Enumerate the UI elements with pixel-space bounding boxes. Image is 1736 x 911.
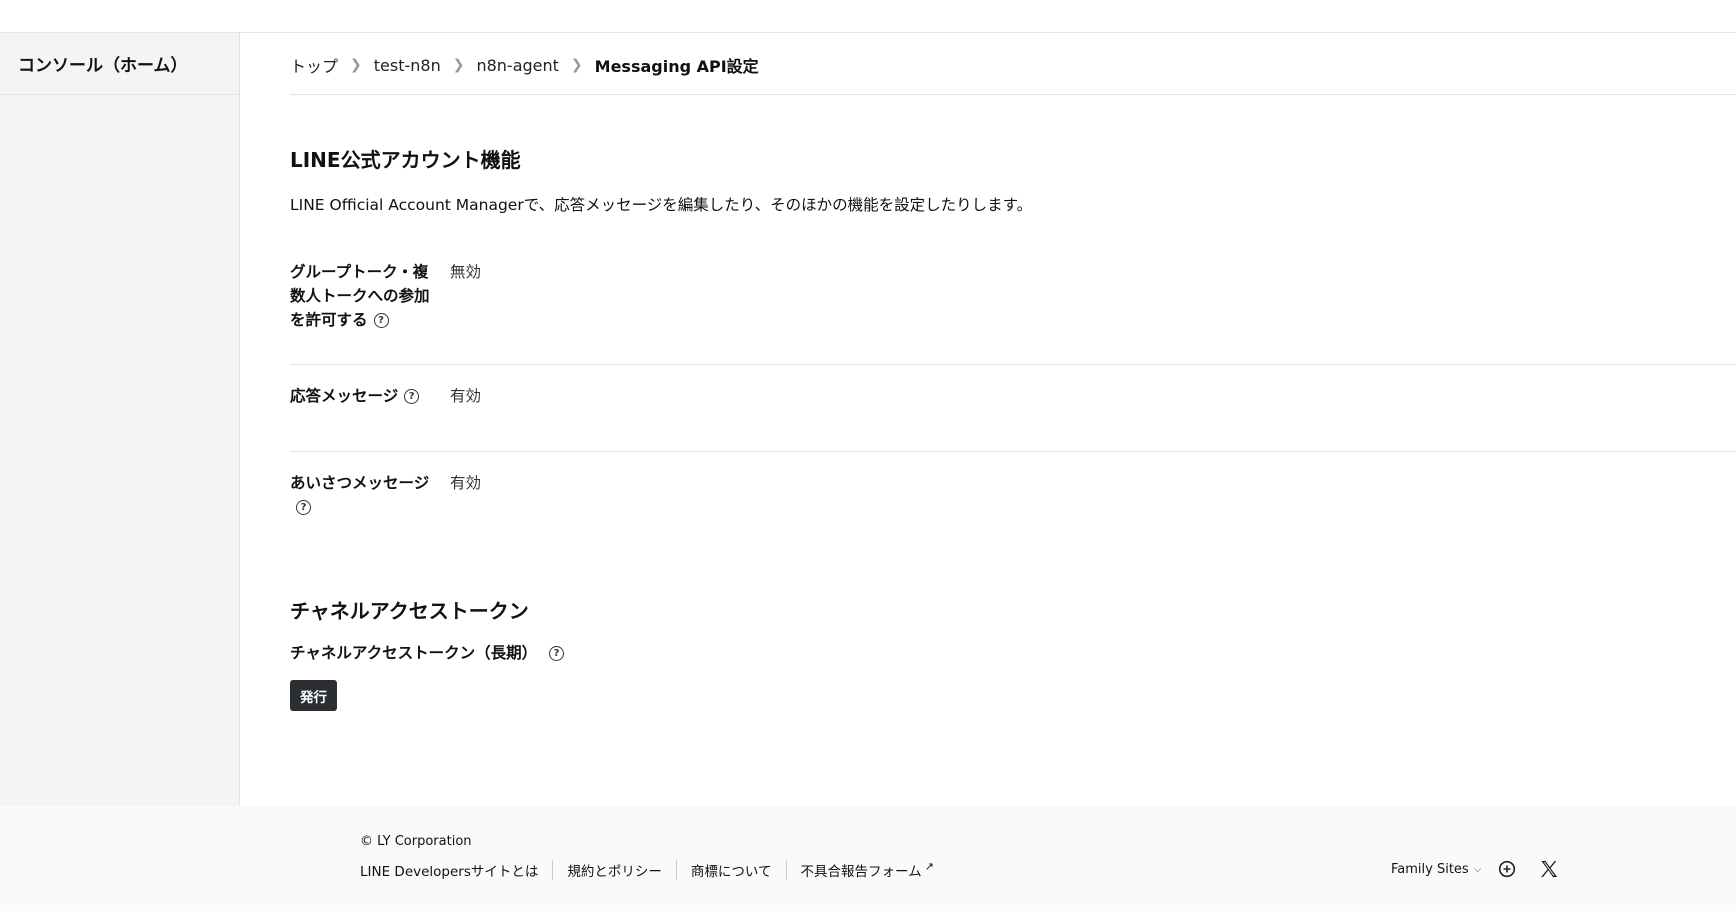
footer-link-terms[interactable]: 規約とポリシー xyxy=(552,860,676,880)
breadcrumb-channel[interactable]: n8n-agent xyxy=(476,56,558,75)
help-icon[interactable]: ? xyxy=(549,646,565,661)
footer-link-about[interactable]: LINE Developersサイトとは xyxy=(360,860,552,880)
row-divider xyxy=(290,364,1736,365)
row-label-auto-reply: 応答メッセージ? xyxy=(290,384,440,408)
help-icon[interactable]: ? xyxy=(373,313,389,328)
row-value-auto-reply: 有効 xyxy=(450,387,482,405)
chevron-right-icon: ❯ xyxy=(570,57,583,73)
chevron-down-icon: ⌵ xyxy=(1473,864,1482,875)
row-label-long-lived-token: チャネルアクセストークン（長期）? xyxy=(290,641,565,665)
section-description: LINE Official Account Managerで、応答メッセージを編… xyxy=(290,196,1033,214)
sidebar: コンソール（ホーム） xyxy=(0,33,240,806)
footer-link-bug-report[interactable]: 不具合報告フォーム ↗ xyxy=(785,860,948,880)
external-link-icon: ↗ xyxy=(924,860,934,873)
footer-link-trademarks[interactable]: 商標について xyxy=(675,860,786,880)
breadcrumb-current: Messaging API設定 xyxy=(594,57,759,76)
sidebar-item-console-home[interactable]: コンソール（ホーム） xyxy=(0,33,239,95)
section-title-access-token: チャネルアクセストークン xyxy=(290,599,529,623)
main-content: トップ ❯ test-n8n ❯ n8n-agent ❯ Messaging A… xyxy=(240,33,1736,806)
chevron-right-icon: ❯ xyxy=(452,57,465,73)
copyright: © LY Corporation xyxy=(360,834,472,849)
row-label-greeting: あいさつメッセージ? xyxy=(290,471,440,519)
row-label-group-chat: グループトーク・複数人トークへの参加を許可する? xyxy=(290,263,430,329)
line-chat-icon[interactable] xyxy=(1496,858,1518,880)
row-value-group-chat: 無効 xyxy=(450,263,482,281)
section-title-line-features: LINE公式アカウント機能 xyxy=(290,148,521,172)
breadcrumb: トップ ❯ test-n8n ❯ n8n-agent ❯ Messaging A… xyxy=(290,51,759,79)
family-sites-dropdown[interactable]: Family Sites ⌵ xyxy=(1391,862,1481,877)
footer-links: LINE Developersサイトとは 規約とポリシー 商標について 不具合報… xyxy=(360,860,948,880)
issue-token-button[interactable]: 発行 xyxy=(290,680,337,711)
help-icon[interactable]: ? xyxy=(296,500,311,515)
breadcrumb-provider[interactable]: test-n8n xyxy=(374,56,441,75)
breadcrumb-divider xyxy=(290,94,1736,95)
footer: © LY Corporation LINE Developersサイトとは 規約… xyxy=(0,806,1736,911)
row-divider xyxy=(290,451,1736,452)
breadcrumb-top[interactable]: トップ xyxy=(290,53,338,77)
chevron-right-icon: ❯ xyxy=(350,57,362,73)
x-twitter-icon[interactable] xyxy=(1538,858,1560,880)
help-icon[interactable]: ? xyxy=(404,389,420,404)
top-bar xyxy=(0,0,1736,33)
row-value-greeting: 有効 xyxy=(450,474,482,492)
